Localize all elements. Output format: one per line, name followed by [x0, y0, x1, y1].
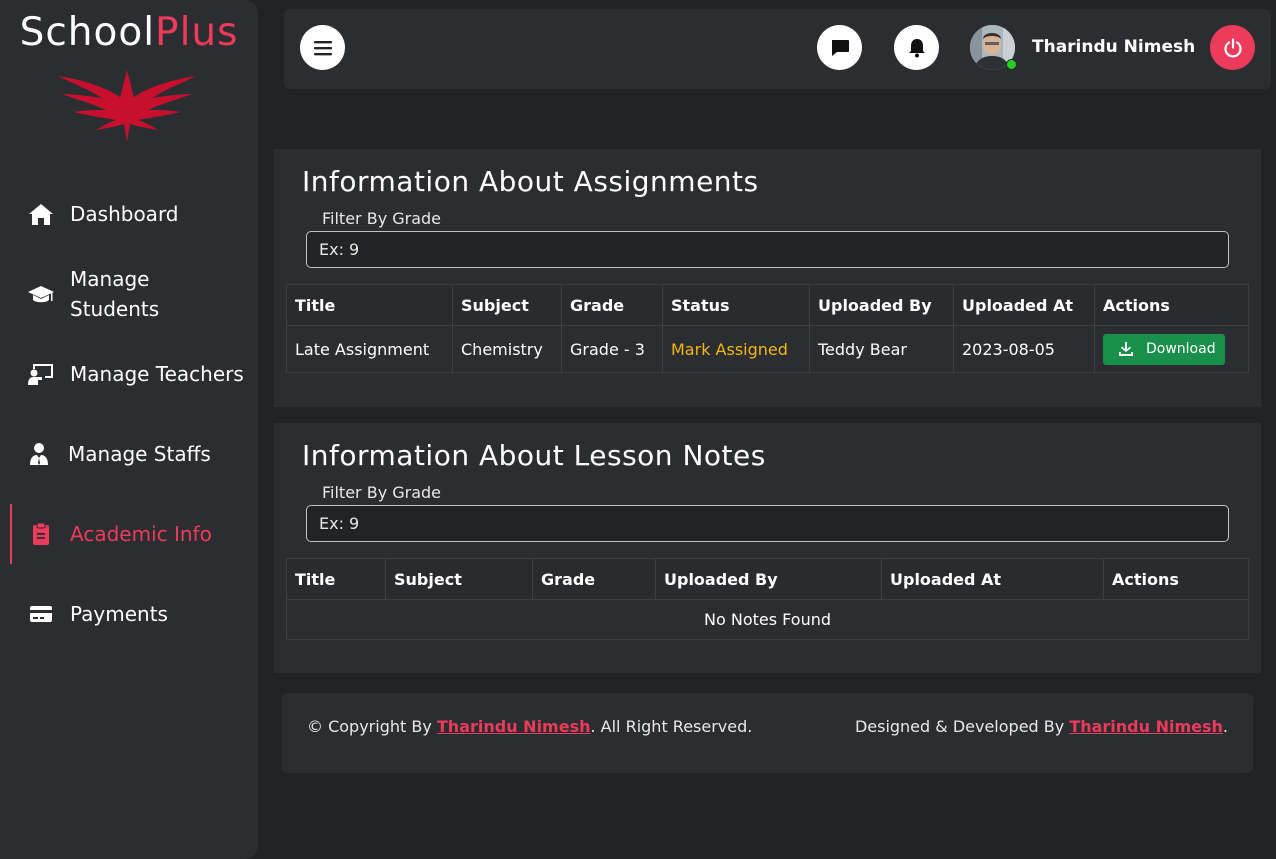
column-header: Status [662, 284, 810, 326]
user-tie-icon [24, 439, 54, 469]
table-row: Late Assignment Chemistry Grade - 3 Mark… [286, 325, 1249, 373]
cell-subject: Chemistry [452, 325, 562, 373]
bell-icon [908, 38, 925, 57]
copyright-prefix: © Copyright By [307, 717, 437, 736]
copyright-author-link[interactable]: Tharindu Nimesh [437, 717, 591, 736]
online-status-dot [1006, 59, 1017, 70]
topbar: Tharindu Nimesh [284, 9, 1271, 89]
download-label: Download [1146, 341, 1216, 357]
cell-uploaded-at: 2023-08-05 [953, 325, 1095, 373]
messages-button[interactable] [817, 25, 862, 70]
sidebar-item-label: Academic Info [70, 522, 212, 546]
assignments-table: Title Subject Grade Status Uploaded By U… [286, 284, 1249, 373]
lesson-notes-filter-label: Filter By Grade [322, 483, 442, 502]
column-header: Subject [452, 284, 562, 326]
user-name[interactable]: Tharindu Nimesh [1032, 37, 1195, 57]
developer-link[interactable]: Tharindu Nimesh [1069, 717, 1223, 736]
sidebar-item-label: Manage Teachers [70, 362, 244, 386]
chalkboard-teacher-icon [26, 359, 56, 389]
table-header-row: Title Subject Grade Uploaded By Uploaded… [286, 558, 1249, 600]
table-row: No Notes Found [286, 599, 1249, 640]
download-button[interactable]: Download [1103, 333, 1225, 365]
cell-grade: Grade - 3 [561, 325, 663, 373]
menu-toggle-button[interactable] [300, 25, 345, 70]
assignments-title: Information About Assignments [302, 165, 759, 198]
graduation-cap-icon [26, 279, 56, 309]
status-badge: Mark Assigned [662, 325, 810, 373]
column-header: Grade [561, 284, 663, 326]
brand-name[interactable]: SchoolPlus [0, 10, 258, 56]
column-header: Uploaded By [655, 558, 882, 600]
brand-name-part1: School [19, 10, 156, 55]
developer-credit: Designed & Developed By Tharindu Nimesh. [855, 717, 1228, 736]
column-header: Uploaded By [809, 284, 954, 326]
cell-uploaded-by: Teddy Bear [809, 325, 954, 373]
developer-suffix: . [1222, 717, 1228, 736]
column-header: Uploaded At [953, 284, 1095, 326]
column-header: Title [286, 558, 386, 600]
power-icon [1223, 37, 1242, 57]
lesson-notes-table: Title Subject Grade Uploaded By Uploaded… [286, 558, 1249, 640]
assignments-grade-filter-input[interactable] [306, 231, 1229, 268]
column-header: Title [286, 284, 453, 326]
column-header: Grade [532, 558, 656, 600]
download-icon [1119, 342, 1133, 356]
footer: © Copyright By Tharindu Nimesh. All Righ… [282, 693, 1253, 773]
sidebar-item-academic-info[interactable]: Academic Info [10, 504, 258, 564]
wings-logo-icon [58, 70, 196, 142]
sidebar-item-manage-teachers[interactable]: Manage Teachers [10, 359, 258, 389]
sidebar: SchoolPlus Dashboard Manage Students Man… [0, 0, 258, 859]
assignments-filter-label: Filter By Grade [322, 209, 442, 228]
menu-icon [313, 40, 332, 55]
table-header-row: Title Subject Grade Status Uploaded By U… [286, 284, 1249, 326]
column-header: Actions [1094, 284, 1249, 326]
lesson-notes-grade-filter-input[interactable] [306, 505, 1229, 542]
sidebar-item-label: Manage Staffs [68, 442, 211, 466]
lesson-notes-title: Information About Lesson Notes [302, 439, 766, 472]
assignments-card: Information About Assignments Filter By … [274, 149, 1261, 407]
sidebar-item-label: Manage Students [70, 267, 160, 321]
copyright-suffix: . All Right Reserved. [590, 717, 753, 736]
clipboard-icon [26, 519, 56, 549]
column-header: Subject [385, 558, 533, 600]
sidebar-item-payments[interactable]: Payments [10, 599, 258, 629]
notifications-button[interactable] [894, 25, 939, 70]
developer-prefix: Designed & Developed By [854, 717, 1070, 736]
sidebar-item-label: Dashboard [70, 202, 179, 226]
cell-actions: Download [1094, 325, 1249, 373]
brand-name-part2: Plus [155, 10, 239, 55]
column-header: Actions [1103, 558, 1249, 600]
logout-button[interactable] [1210, 25, 1255, 70]
empty-message: No Notes Found [286, 599, 1249, 640]
sidebar-item-manage-staffs[interactable]: Manage Staffs [10, 439, 258, 469]
message-icon [831, 39, 849, 56]
lesson-notes-card: Information About Lesson Notes Filter By… [274, 423, 1261, 673]
copyright-text: © Copyright By Tharindu Nimesh. All Righ… [307, 717, 752, 736]
sidebar-item-manage-students[interactable]: Manage Students [10, 264, 210, 324]
sidebar-item-dashboard[interactable]: Dashboard [10, 199, 258, 229]
credit-card-icon [26, 599, 56, 629]
cell-title: Late Assignment [286, 325, 453, 373]
sidebar-item-label: Payments [70, 602, 168, 626]
column-header: Uploaded At [881, 558, 1104, 600]
home-icon [26, 199, 56, 229]
